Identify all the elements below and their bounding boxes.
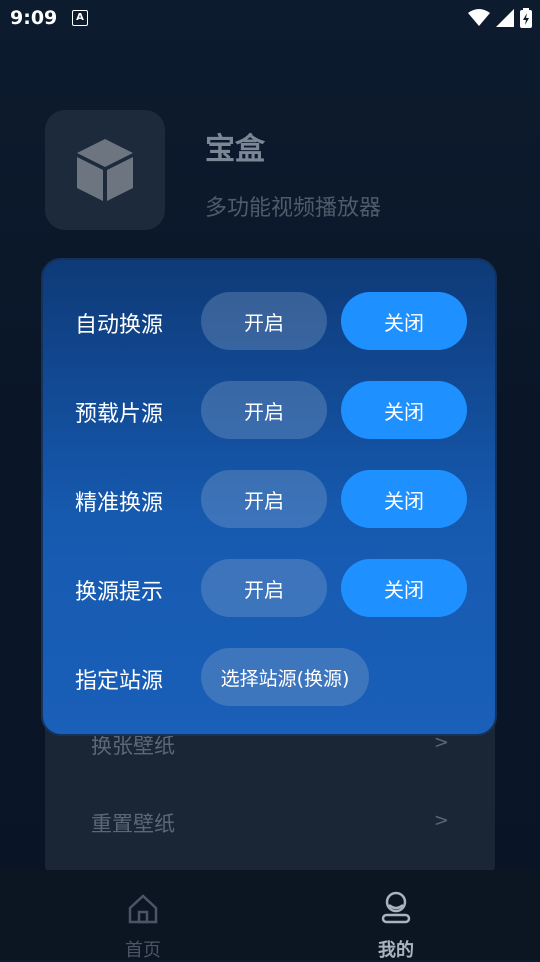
battery-icon bbox=[520, 8, 532, 28]
option-label: 预载片源 bbox=[75, 402, 164, 427]
option-label: 精准换源 bbox=[75, 491, 164, 516]
disable-button[interactable]: 关闭 bbox=[341, 470, 467, 528]
option-row-auto-switch: 自动换源 开启 关闭 bbox=[43, 292, 499, 352]
option-label: 换源提示 bbox=[75, 580, 164, 605]
user-icon bbox=[381, 891, 411, 924]
option-row-precise-switch: 精准换源 开启 关闭 bbox=[43, 470, 499, 530]
option-row-preload: 预载片源 开启 关闭 bbox=[43, 381, 499, 441]
disable-button[interactable]: 关闭 bbox=[341, 292, 467, 350]
status-time: 9:09 bbox=[10, 7, 58, 29]
box-icon bbox=[77, 139, 133, 201]
option-row-site-source: 指定站源 选择站源(换源) bbox=[43, 648, 499, 708]
select-source-button[interactable]: 选择站源(换源) bbox=[201, 648, 369, 706]
source-settings-dialog: 自动换源 开启 关闭 预载片源 开启 关闭 精准换源 开启 关闭 换源提示 开启… bbox=[41, 258, 497, 736]
nav-label: 首页 bbox=[125, 940, 161, 961]
settings-item-label: 重置壁纸 bbox=[91, 812, 175, 836]
nav-label: 我的 bbox=[378, 940, 414, 961]
nav-home[interactable]: 首页 bbox=[83, 880, 203, 961]
chevron-right-icon: > bbox=[433, 810, 449, 831]
app-logo bbox=[45, 110, 165, 230]
enable-button[interactable]: 开启 bbox=[201, 470, 327, 528]
disable-button[interactable]: 关闭 bbox=[341, 559, 467, 617]
enable-button[interactable]: 开启 bbox=[201, 292, 327, 350]
option-label: 自动换源 bbox=[75, 313, 164, 338]
status-bar: 9:09 A bbox=[0, 0, 540, 36]
nav-mine[interactable]: 我的 bbox=[336, 880, 456, 961]
settings-item-reset-wallpaper[interactable]: 重置壁纸 > bbox=[45, 800, 495, 840]
app-title: 宝盒 bbox=[205, 132, 265, 167]
home-icon bbox=[128, 894, 158, 924]
signal-icon bbox=[496, 9, 514, 27]
bottom-nav: 首页 我的 bbox=[0, 870, 540, 961]
option-row-switch-hint: 换源提示 开启 关闭 bbox=[43, 559, 499, 619]
enable-button[interactable]: 开启 bbox=[201, 381, 327, 439]
option-label: 指定站源 bbox=[75, 669, 164, 694]
status-icons bbox=[468, 8, 532, 28]
app-subtitle: 多功能视频播放器 bbox=[205, 196, 382, 221]
wifi-icon bbox=[468, 9, 490, 26]
enable-button[interactable]: 开启 bbox=[201, 559, 327, 617]
disable-button[interactable]: 关闭 bbox=[341, 381, 467, 439]
accessibility-badge-icon: A bbox=[72, 10, 88, 26]
